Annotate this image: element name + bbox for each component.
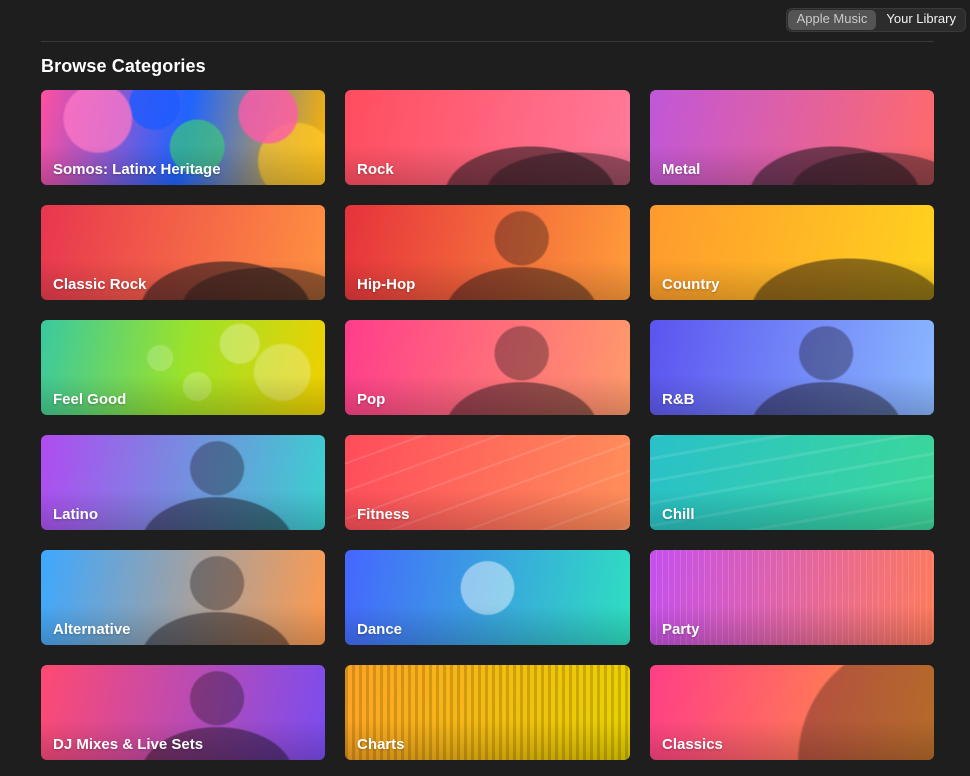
category-tile-hip-hop[interactable]: Hip-Hop — [345, 205, 630, 300]
section-title: Browse Categories — [41, 56, 206, 76]
category-tile-fitness[interactable]: Fitness — [345, 435, 630, 530]
divider — [41, 41, 934, 42]
category-label: Country — [662, 276, 720, 293]
category-label: Party — [662, 621, 700, 638]
your-library-segment[interactable]: Your Library — [877, 9, 965, 31]
category-tile-metal[interactable]: Metal — [650, 90, 934, 185]
category-tile-rock[interactable]: Rock — [345, 90, 630, 185]
category-tile-chill[interactable]: Chill — [650, 435, 934, 530]
category-label: Fitness — [357, 506, 410, 523]
category-tile-dj-mixes[interactable]: DJ Mixes & Live Sets — [41, 665, 325, 760]
category-tile-pop[interactable]: Pop — [345, 320, 630, 415]
category-label: Classics — [662, 736, 723, 753]
category-label: Dance — [357, 621, 403, 638]
category-tile-party[interactable]: Party — [650, 550, 934, 645]
category-label: Charts — [357, 736, 405, 753]
category-tile-alternative[interactable]: Alternative — [41, 550, 325, 645]
categories-grid: Somos: Latinx Heritage Rock Metal Classi… — [41, 90, 934, 760]
category-label: Alternative — [53, 621, 131, 638]
category-label: R&B — [662, 391, 695, 408]
apple-music-segment[interactable]: Apple Music — [787, 10, 877, 30]
category-label: Pop — [357, 391, 386, 408]
category-tile-country[interactable]: Country — [650, 205, 934, 300]
category-label: Chill — [662, 506, 695, 523]
category-label: Hip-Hop — [357, 276, 416, 293]
category-tile-latino[interactable]: Latino — [41, 435, 325, 530]
category-tile-classics[interactable]: Classics — [650, 665, 934, 760]
category-label: Feel Good — [53, 391, 127, 408]
category-label: Somos: Latinx Heritage — [53, 161, 221, 178]
category-label: Metal — [662, 161, 701, 178]
category-label: Rock — [357, 161, 394, 178]
category-tile-classic-rock[interactable]: Classic Rock — [41, 205, 325, 300]
apple-music-window: Apple Music Your Library Browse Categori… — [0, 0, 970, 776]
category-label: Latino — [53, 506, 98, 523]
category-tile-feel-good[interactable]: Feel Good — [41, 320, 325, 415]
category-tile-rnb[interactable]: R&B — [650, 320, 934, 415]
category-tile-latinx-heritage[interactable]: Somos: Latinx Heritage — [41, 90, 325, 185]
category-tile-dance[interactable]: Dance — [345, 550, 630, 645]
category-label: Classic Rock — [53, 276, 147, 293]
category-label: DJ Mixes & Live Sets — [53, 736, 204, 753]
view-switcher: Apple Music Your Library — [785, 8, 966, 32]
category-tile-charts[interactable]: Charts — [345, 665, 630, 760]
